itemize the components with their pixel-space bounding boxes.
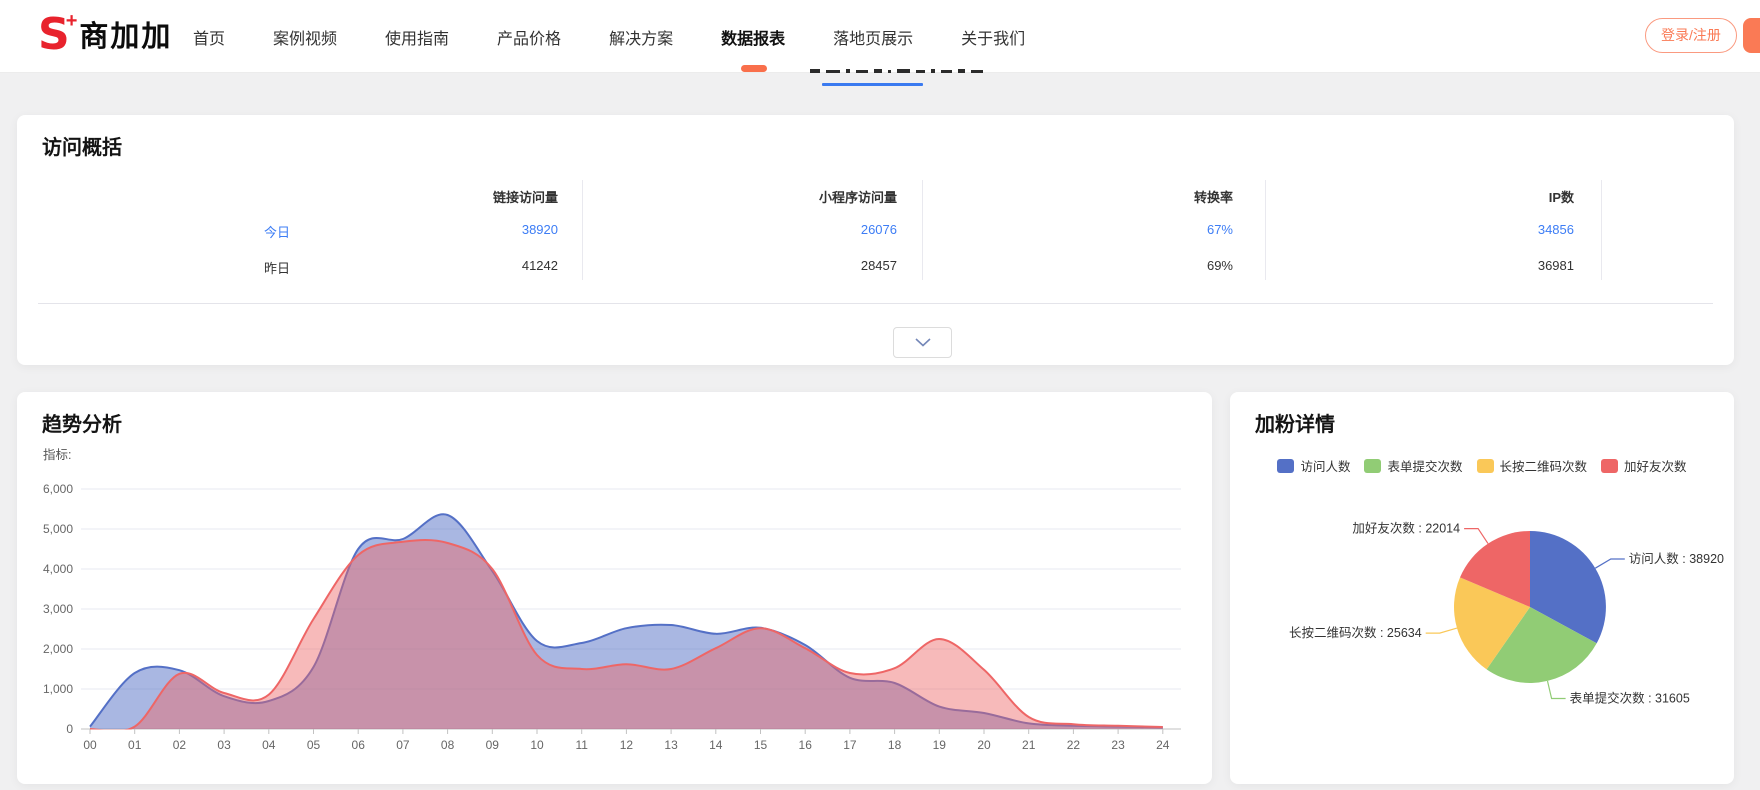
- x-axis-tick-label: 17: [843, 738, 857, 752]
- x-axis-tick-label: 09: [486, 738, 500, 752]
- y-axis-tick-label: 4,000: [43, 562, 73, 576]
- x-axis-tick-label: 20: [977, 738, 991, 752]
- x-axis-tick-label: 15: [754, 738, 768, 752]
- nav-item-pricing[interactable]: 产品价格: [497, 25, 561, 49]
- x-axis-tick-label: 00: [83, 738, 97, 752]
- x-axis-tick-label: 11: [575, 738, 588, 752]
- x-axis-tick-label: 24: [1156, 738, 1170, 752]
- pie-label: 加好友次数 : 22014: [1352, 521, 1460, 536]
- section-divider: [38, 303, 1713, 304]
- y-axis-tick-label: 1,000: [43, 682, 73, 696]
- nav-item-data-report[interactable]: 数据报表: [721, 25, 785, 49]
- col-header-miniprogram-visits: 小程序访问量: [697, 187, 897, 206]
- x-axis-tick-label: 07: [396, 738, 410, 752]
- active-tab-underline: [822, 83, 923, 86]
- pie-label-leader-line: [1595, 559, 1625, 568]
- today-ip-count: 34856: [1374, 222, 1574, 237]
- column-divider: [922, 180, 923, 280]
- row-label-yesterday: 昨日: [264, 258, 290, 277]
- row-label-today: 今日: [264, 222, 290, 241]
- x-axis-tick-label: 13: [664, 738, 678, 752]
- yesterday-miniprogram-visits: 28457: [697, 258, 897, 273]
- logo-text: 商加加: [79, 12, 172, 62]
- visit-overview-card: 访问概括 链接访问量 小程序访问量 转换率 IP数 今日 38920 26076…: [17, 115, 1734, 365]
- pie-label-leader-line: [1464, 529, 1488, 544]
- active-nav-indicator: [741, 65, 767, 72]
- pie-label: 表单提交次数 : 31605: [1570, 691, 1690, 706]
- main-nav: 首页 案例视频 使用指南 产品价格 解决方案 数据报表 落地页展示 关于我们: [193, 0, 1025, 73]
- top-navbar: S + 商加加 首页 案例视频 使用指南 产品价格 解决方案 数据报表 落地页展…: [0, 0, 1760, 73]
- col-header-conversion-rate: 转换率: [1033, 187, 1233, 206]
- visit-overview-title: 访问概括: [42, 131, 122, 160]
- col-header-link-visits: 链接访问量: [358, 187, 558, 206]
- x-axis-tick-label: 04: [262, 738, 276, 752]
- x-axis-tick-label: 12: [620, 738, 634, 752]
- today-conversion-rate: 67%: [1033, 222, 1233, 237]
- x-axis-tick-label: 23: [1111, 738, 1125, 752]
- x-axis-tick-label: 19: [933, 738, 947, 752]
- nav-item-case-videos[interactable]: 案例视频: [273, 25, 337, 49]
- pie-label: 长按二维码次数 : 25634: [1289, 625, 1422, 640]
- y-axis-tick-label: 3,000: [43, 602, 73, 616]
- today-link-visits: 38920: [358, 222, 558, 237]
- column-divider: [1601, 180, 1602, 280]
- logo-plus-glyph: +: [66, 12, 78, 30]
- yesterday-ip-count: 36981: [1374, 258, 1574, 273]
- side-panel-button[interactable]: [1743, 18, 1760, 53]
- today-miniprogram-visits: 26076: [697, 222, 897, 237]
- nav-item-landing-pages[interactable]: 落地页展示: [833, 25, 913, 49]
- x-axis-tick-label: 16: [799, 738, 813, 752]
- y-axis-tick-label: 5,000: [43, 522, 73, 536]
- x-axis-tick-label: 05: [307, 738, 321, 752]
- fan-details-card: 加粉详情 访问人数 表单提交次数 长按二维码次数 加好友次数 访问人数 : 38…: [1230, 392, 1734, 784]
- y-axis-tick-label: 6,000: [43, 482, 73, 496]
- pie-label-leader-line: [1548, 681, 1566, 699]
- nav-item-about-us[interactable]: 关于我们: [961, 25, 1025, 49]
- x-axis-tick-label: 10: [530, 738, 544, 752]
- nav-item-home[interactable]: 首页: [193, 25, 225, 49]
- x-axis-tick-label: 14: [709, 738, 723, 752]
- yesterday-conversion-rate: 69%: [1033, 258, 1233, 273]
- brand-logo[interactable]: S + 商加加: [38, 12, 172, 62]
- chevron-down-icon: [915, 338, 931, 347]
- nav-item-user-guide[interactable]: 使用指南: [385, 25, 449, 49]
- trend-analysis-card: 趋势分析 指标: 01,0002,0003,0004,0005,0006,000…: [17, 392, 1212, 784]
- pie-label-leader-line: [1426, 628, 1457, 633]
- x-axis-tick-label: 22: [1067, 738, 1081, 752]
- x-axis-tick-label: 01: [128, 738, 142, 752]
- yesterday-link-visits: 41242: [358, 258, 558, 273]
- col-header-ip-count: IP数: [1374, 187, 1574, 206]
- login-register-button[interactable]: 登录/注册: [1645, 18, 1737, 53]
- x-axis-tick-label: 18: [888, 738, 902, 752]
- column-divider: [1265, 180, 1266, 280]
- column-divider: [582, 180, 583, 280]
- x-axis-tick-label: 03: [217, 738, 231, 752]
- x-axis-tick-label: 06: [352, 738, 366, 752]
- clipped-tab-text-fragments: [810, 66, 1035, 73]
- x-axis-tick-label: 08: [441, 738, 455, 752]
- expand-overview-button[interactable]: [893, 327, 952, 358]
- y-axis-tick-label: 0: [66, 722, 73, 736]
- x-axis-tick-label: 02: [173, 738, 187, 752]
- nav-item-solutions[interactable]: 解决方案: [609, 25, 673, 49]
- pie-label: 访问人数 : 38920: [1629, 551, 1724, 566]
- x-axis-tick-label: 21: [1022, 738, 1036, 752]
- y-axis-tick-label: 2,000: [43, 642, 73, 656]
- fan-details-pie-chart: 访问人数 : 38920 表单提交次数 : 31605 长按二维码次数 : 2563…: [1230, 392, 1734, 784]
- trend-area-chart: 0 1,000 2,000 3,000 4,000 5,000 6,000 00 01 02 03 0…: [17, 392, 1212, 784]
